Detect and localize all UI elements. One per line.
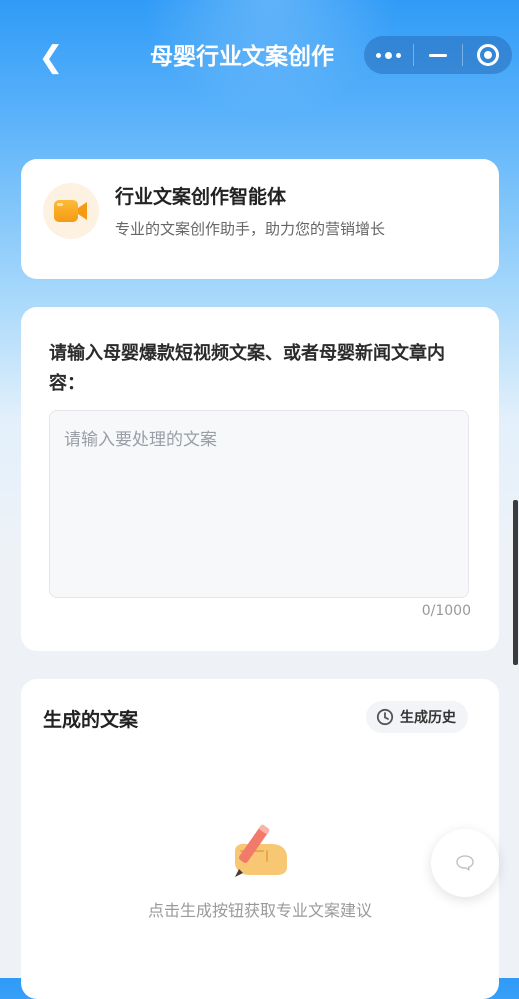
- clock-icon: [376, 708, 394, 726]
- writing-hand-icon: [235, 824, 287, 877]
- agent-icon-badge: [43, 183, 99, 239]
- chat-float-button[interactable]: [431, 829, 499, 897]
- agent-title: 行业文案创作智能体: [115, 186, 287, 208]
- more-dots-icon: [375, 51, 401, 59]
- agent-subtitle: 专业的文案创作助手，助力您的营销增长: [115, 220, 386, 238]
- scrollbar[interactable]: [513, 500, 518, 665]
- chat-bubble-icon: [456, 855, 474, 871]
- result-title: 生成的文案: [43, 709, 139, 731]
- input-card: 请输入母婴爆款短视频文案、或者母婴新闻文章内容： 0/1000: [21, 307, 499, 651]
- more-button[interactable]: [364, 36, 413, 74]
- mini-program-capsule: [364, 36, 512, 74]
- input-prompt-label: 请输入母婴爆款短视频文案、或者母婴新闻文章内容：: [49, 343, 445, 394]
- copy-input-textarea[interactable]: [49, 410, 469, 598]
- page-title: 母婴行业文案创作: [150, 44, 334, 70]
- minimize-button[interactable]: [414, 36, 463, 74]
- back-button[interactable]: ❮: [34, 40, 68, 76]
- empty-state-text: 点击生成按钮获取专业文案建议: [147, 901, 372, 920]
- target-close-icon: [476, 44, 499, 66]
- chevron-left-icon: ❮: [38, 40, 64, 75]
- minimize-icon: [429, 53, 447, 57]
- character-counter: 0/1000: [421, 603, 471, 619]
- intro-card: 行业文案创作智能体 专业的文案创作助手，助力您的营销增长: [21, 159, 499, 279]
- history-button-label: 生成历史: [400, 710, 456, 726]
- result-card: 生成的文案 生成历史 点击生成按钮获取专业文案建议: [21, 679, 499, 999]
- close-button[interactable]: [463, 36, 512, 74]
- video-camera-icon: [54, 200, 87, 222]
- history-button[interactable]: 生成历史: [366, 701, 468, 733]
